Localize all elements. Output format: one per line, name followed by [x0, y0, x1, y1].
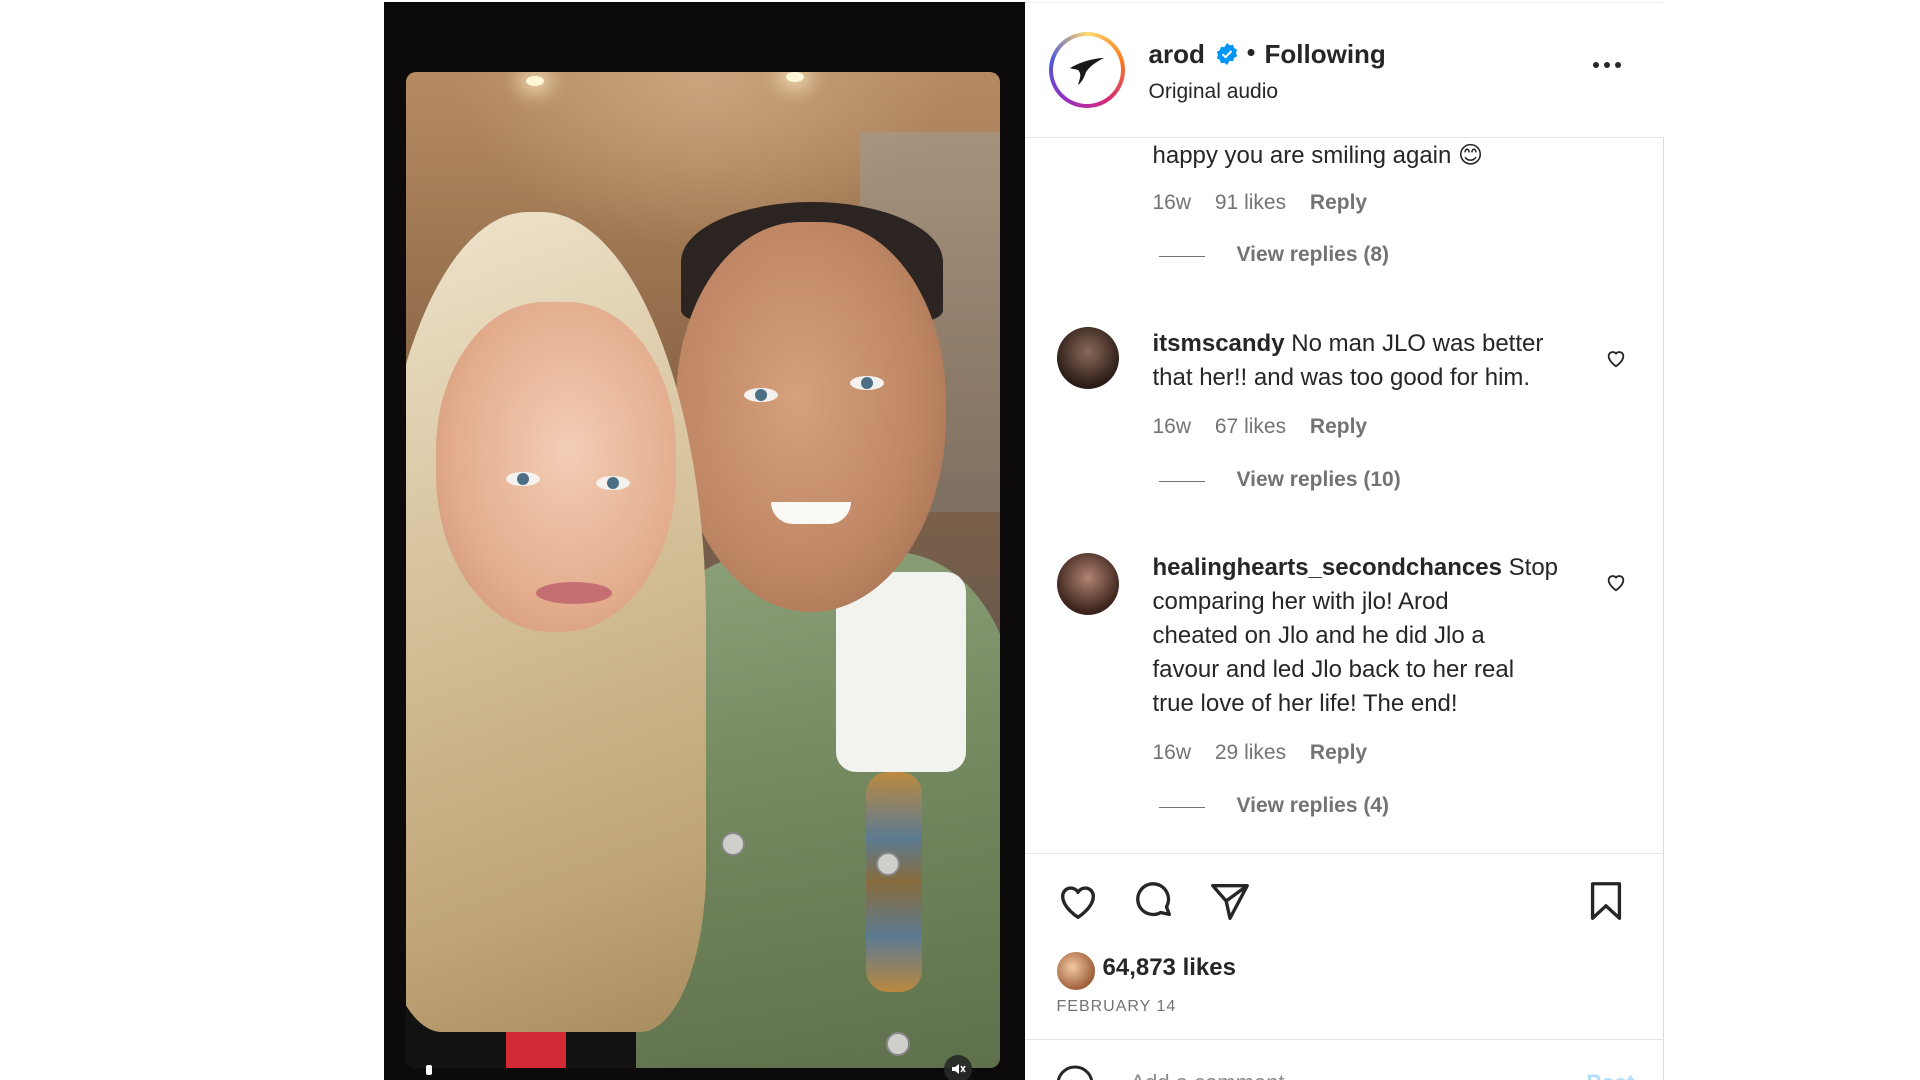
comment-text: itsmscandy No man JLO was better that he…	[1152, 330, 1544, 391]
comment-username[interactable]: healinghearts_secondchances	[1153, 554, 1502, 581]
post-actions: 64,873 likes FEBRUARY 14	[1024, 853, 1664, 1040]
comment-username[interactable]: itsmscandy	[1153, 330, 1285, 357]
add-comment-bar: Add a comment… Post	[1024, 1039, 1664, 1080]
reply-button[interactable]: Reply	[1310, 741, 1367, 764]
comment-meta: 16w 91 likes Reply	[1153, 191, 1386, 215]
audio-link[interactable]: Original audio	[1149, 80, 1279, 104]
post-media[interactable]	[384, 2, 1025, 1080]
comment-text: healinghearts_secondchances Stop compari…	[1152, 554, 1559, 717]
comment-likes[interactable]: 91 likes	[1215, 191, 1286, 214]
reply-button[interactable]: Reply	[1310, 191, 1367, 214]
reply-button[interactable]: Reply	[1310, 415, 1367, 438]
comment-like-icon[interactable]	[1605, 347, 1627, 369]
view-replies-button[interactable]: View replies (4)	[1237, 794, 1390, 818]
view-replies-line	[1158, 256, 1205, 257]
view-replies-line	[1158, 807, 1205, 808]
comment-time: 16w	[1152, 415, 1192, 438]
carousel-indicator	[426, 1065, 432, 1075]
mute-icon	[952, 1064, 966, 1074]
commenter-avatar[interactable]	[1056, 327, 1119, 389]
more-icon[interactable]	[1592, 55, 1625, 75]
verified-icon	[1215, 42, 1239, 71]
comment-like-icon[interactable]	[1605, 571, 1627, 593]
instagram-post-modal: arod • Following Original audio happy yo…	[384, 2, 1664, 1080]
comment-likes[interactable]: 67 likes	[1215, 415, 1286, 438]
separator: •	[1246, 37, 1256, 67]
avatar-logo-icon	[1069, 58, 1104, 85]
comment-time: 16w	[1152, 191, 1192, 214]
view-replies-button[interactable]: View replies (8)	[1237, 243, 1390, 267]
share-icon[interactable]	[1207, 878, 1253, 924]
post-side-panel: arod • Following Original audio happy yo…	[1024, 2, 1664, 1080]
comment-meta: 16w 29 likes Reply	[1153, 741, 1386, 765]
commenter-avatar[interactable]	[1056, 553, 1119, 615]
bookmark-icon[interactable]	[1583, 878, 1629, 924]
comment-icon[interactable]	[1131, 878, 1177, 924]
comment-text: happy you are smiling again 😊	[1152, 142, 1484, 169]
likes-avatar[interactable]	[1054, 950, 1097, 992]
comment-time: 16w	[1152, 741, 1192, 764]
heart-icon[interactable]	[1055, 878, 1101, 924]
post-comment-button[interactable]: Post	[1587, 1070, 1635, 1080]
likes-count[interactable]: 64,873 likes	[1103, 954, 1236, 982]
post-photo	[406, 72, 1000, 1068]
post-header: arod • Following Original audio	[1024, 3, 1664, 138]
username[interactable]: arod	[1149, 39, 1205, 70]
comment-likes[interactable]: 29 likes	[1215, 741, 1286, 764]
view-replies-line	[1158, 481, 1205, 482]
following-button[interactable]: Following	[1265, 39, 1386, 70]
mute-button[interactable]	[944, 1055, 972, 1080]
avatar[interactable]	[1048, 32, 1125, 108]
comments-list[interactable]: happy you are smiling again 😊 16w 91 lik…	[1025, 137, 1664, 853]
view-replies-button[interactable]: View replies (10)	[1237, 468, 1401, 492]
comment-input[interactable]: Add a comment…	[1131, 1070, 1307, 1080]
comment-meta: 16w 67 likes Reply	[1153, 415, 1386, 439]
post-date: FEBRUARY 14	[1056, 998, 1177, 1015]
emoji-icon[interactable]	[1055, 1064, 1095, 1080]
